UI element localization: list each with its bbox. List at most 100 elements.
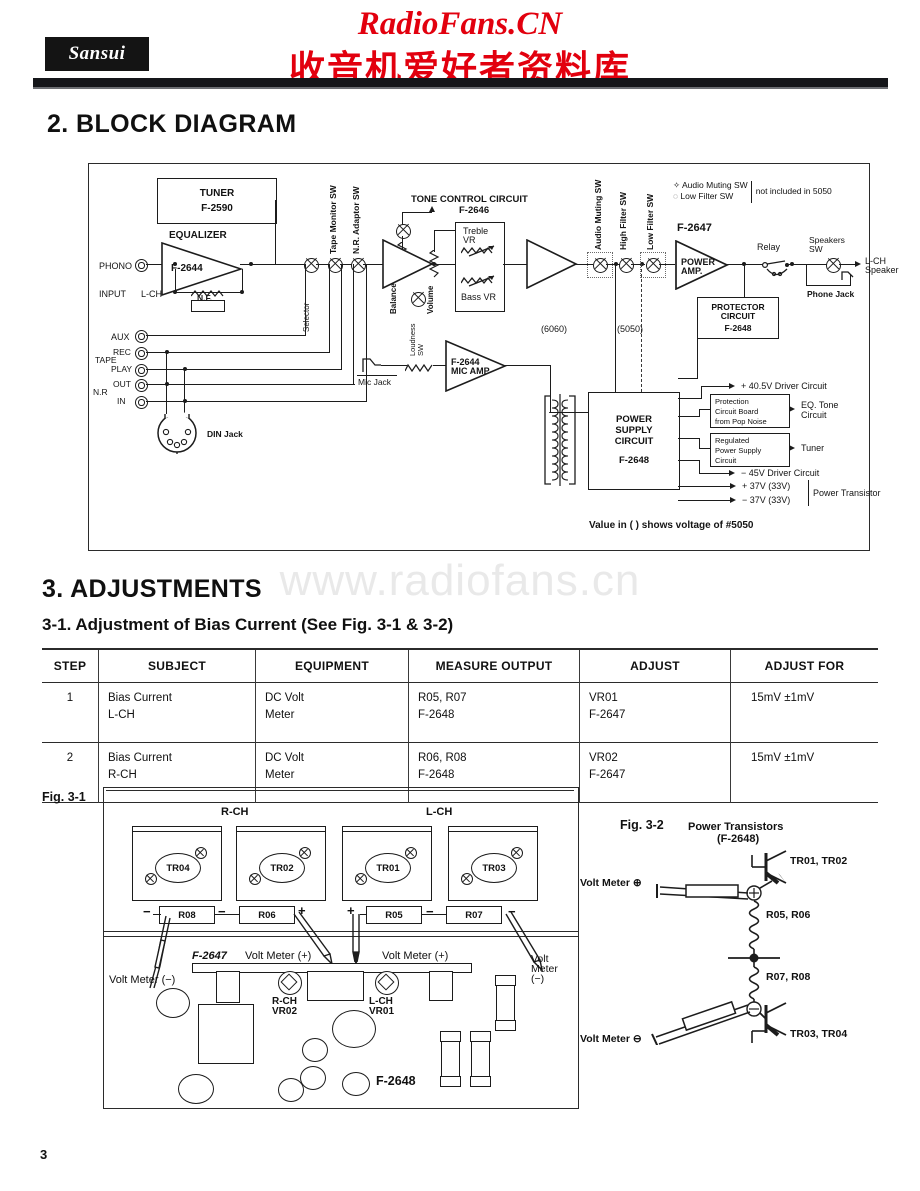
fig31-volt-meter-plus-2: Volt Meter (+) [382, 950, 449, 962]
wire-ps-o2 [678, 416, 700, 418]
wire-ps-o1v [701, 386, 703, 399]
label-tone-control-code: F-2646 [459, 205, 490, 216]
legend-text-1: Audio Muting SW [682, 180, 748, 190]
cell-adjustfor-1: 15mV ±1mV [751, 692, 815, 704]
wire-play-v [341, 264, 343, 370]
label-ps-3: CIRCUIT [614, 435, 654, 447]
screw-icon [195, 847, 207, 859]
table-row: 1 Bias Current L-CH DC Volt Meter R05, R07… [42, 682, 878, 743]
label-bass-vr: Bass VR [461, 292, 497, 302]
label-play: PLAY [111, 364, 133, 374]
component-block-center [307, 971, 364, 1001]
transistor-box-tr03: TR03 [448, 826, 538, 901]
mic-resistor [404, 360, 435, 378]
cell-equipment-1a: DC Volt [265, 692, 304, 704]
legend-note-text: not included in 5050 [755, 186, 832, 196]
trbox-cap [343, 831, 431, 836]
cell-subject-2b: R-CH [108, 768, 137, 781]
wire-nrin [146, 401, 367, 403]
table-header-row: STEP SUBJECT EQUIPMENT MEASURE OUTPUT AD… [42, 649, 878, 683]
wire-sel-tm [316, 264, 329, 266]
component-circle-5 [300, 1066, 326, 1090]
node-eq-out [249, 262, 253, 266]
fig31-volt-meter-plus-1: Volt Meter (+) [245, 950, 312, 962]
transistor-box-tr01: TR01 [342, 826, 432, 901]
jack-nr-out [135, 379, 148, 392]
vr02-label-2: VR02 [272, 1006, 298, 1017]
block-regulated-power-supply: Regulated Power Supply Circuit [710, 433, 790, 467]
switch-speakers[interactable] [826, 258, 841, 273]
cell-adjust-2a: VR02 [589, 752, 618, 764]
wire-ps-o1 [678, 398, 702, 400]
label-din-jack: DIN Jack [207, 429, 243, 439]
label-nr-adaptor-sw: N.R. Adaptor SW [351, 186, 361, 254]
th-adjustfor: ADJUST FOR [730, 649, 878, 683]
block-protector-circuit: PROTECTOR CIRCUIT F-2648 [697, 297, 779, 339]
arrow-ps-o2 [789, 406, 795, 412]
cell-adjust-1a: VR01 [589, 692, 618, 704]
transistor-tr02: TR02 [259, 853, 305, 883]
switch-low-filter[interactable] [646, 258, 661, 273]
arrow-ps-o1 [729, 383, 735, 389]
switch-audio-muting[interactable] [593, 258, 608, 273]
label-power-amp-2: AMP. [681, 266, 703, 276]
label-relay: Relay [757, 242, 781, 252]
fig31-top-rail [106, 790, 574, 795]
fig32-r-top-label: R05, R06 [766, 909, 811, 921]
component-circle-2 [178, 1074, 214, 1104]
label-pop-1: Protection [715, 397, 749, 407]
label-rec: REC [113, 347, 131, 357]
arrow-lch-speaker [855, 261, 861, 267]
node-nf-right [240, 290, 244, 294]
label-selector: Selector [302, 302, 311, 332]
fig31-label-lch: L-CH [426, 806, 453, 818]
resistor-r05: R05 [366, 906, 422, 924]
switch-high-filter[interactable] [619, 258, 634, 273]
label-supply-out-2b: Circuit [801, 410, 827, 420]
transistor-box-tr04: TR04 [132, 826, 222, 901]
block-tuner-name: TUNER [199, 187, 235, 199]
resistor-r07: R07 [446, 906, 502, 924]
label-out: OUT [113, 379, 131, 389]
label-reg-3: Circuit [715, 455, 737, 465]
subtitle-bias-current: 3-1. Adjustment of Bias Current (See Fig… [42, 615, 454, 634]
label-lch-speaker-2: Speaker [865, 265, 899, 275]
label-in: IN [117, 396, 126, 406]
wire-tuner-out [275, 200, 277, 265]
label-ps-2: SUPPLY [615, 424, 653, 436]
label-loudness-sw-2: SW [416, 343, 425, 356]
wire-ps-o1h [701, 386, 731, 388]
wire-volume-v [434, 230, 436, 252]
fig31-volt-meter-minus-left: Volt Meter (−) [109, 974, 176, 986]
transistor-box-tr02: TR02 [236, 826, 326, 901]
wire-balance-topv [402, 212, 404, 225]
transistor-tr03: TR03 [471, 853, 517, 883]
fig31-board-f2647: F-2647 [192, 950, 227, 962]
wire-protector-to-ps [697, 337, 699, 379]
trimmer-vr02[interactable] [278, 971, 302, 995]
wire-ps-o3 [678, 438, 700, 440]
cell-measure-1a: R05, R07 [418, 692, 467, 704]
label-supply-out-6: − 37V (33V) [742, 495, 791, 505]
cell-equipment-1b: Meter [265, 708, 295, 721]
switch-loudness[interactable] [411, 292, 426, 307]
cell-step-2: 2 [66, 752, 74, 764]
legend-note: ✧ Audio Muting SW ◌ Low Filter SW not in… [673, 180, 832, 203]
header-rule-secondary [33, 87, 888, 89]
th-adjust: ADJUST [579, 649, 731, 683]
wire-ps-o4 [678, 460, 700, 462]
wire-rec-v [329, 264, 331, 353]
component-cap-2 [429, 971, 453, 1001]
screw-icon [145, 873, 157, 885]
cell-subject-1b: L-CH [108, 708, 135, 721]
bass-vr-symbol [460, 274, 499, 293]
wire-phone-v [806, 264, 808, 286]
switch-balance-vr-top[interactable] [396, 224, 411, 239]
label-supply-out-2a: EQ. Tone [801, 400, 839, 410]
fig32-schematic [651, 850, 787, 1045]
block-power-supply-circuit: POWER SUPPLY CIRCUIT F-2648 [588, 392, 680, 490]
label-audio-muting-sw: Audio Muting SW [593, 179, 603, 250]
trimmer-vr01[interactable] [375, 971, 399, 995]
node-nf-left [173, 290, 177, 294]
jack-nr-in [135, 396, 148, 409]
